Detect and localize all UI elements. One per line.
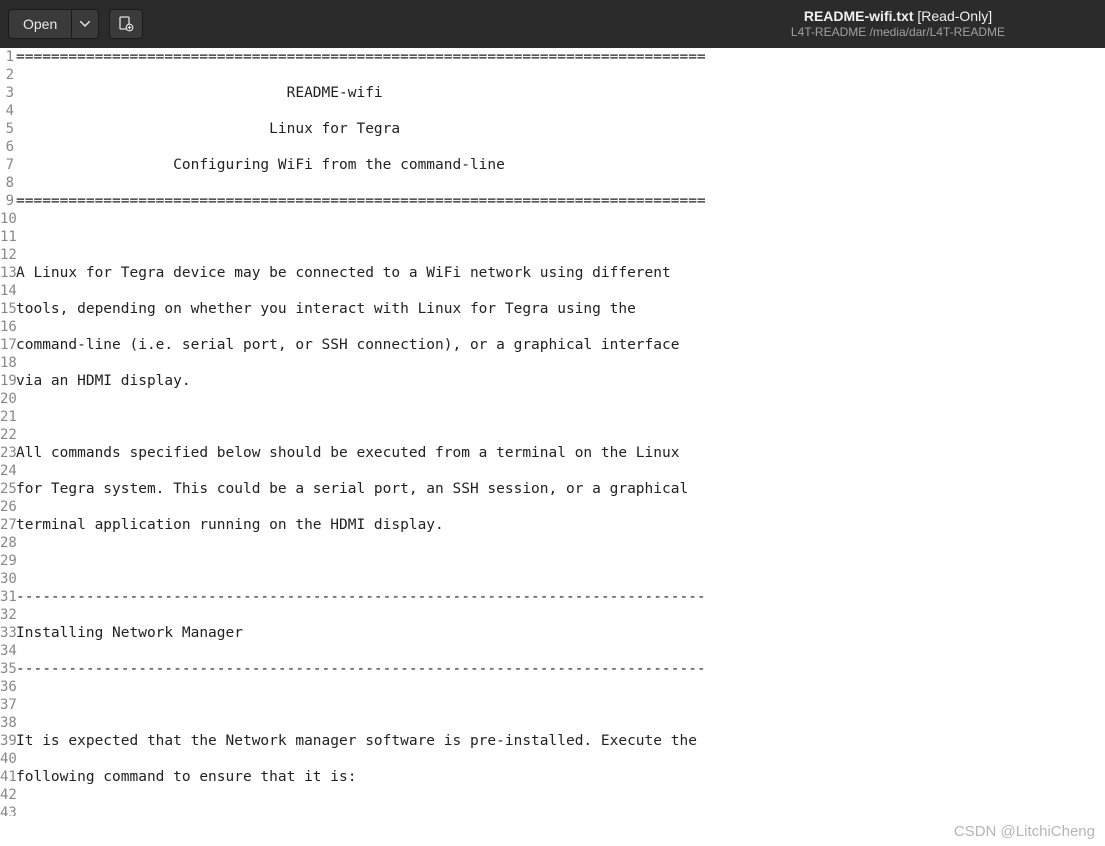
text-line[interactable]: All commands specified below should be e… [16, 444, 1105, 462]
line-number: 22 [0, 426, 14, 444]
line-number: 21 [0, 408, 14, 426]
line-number: 40 [0, 750, 14, 768]
open-dropdown-button[interactable] [72, 9, 99, 39]
line-number: 9 [0, 192, 14, 210]
line-number: 11 [0, 228, 14, 246]
line-number: 41 [0, 768, 14, 786]
line-number: 35 [0, 660, 14, 678]
line-number: 7 [0, 156, 14, 174]
line-number: 16 [0, 318, 14, 336]
line-number: 31 [0, 588, 14, 606]
line-number: 2 [0, 66, 14, 84]
line-number: 43 [0, 804, 14, 816]
line-number: 24 [0, 462, 14, 480]
new-tab-button[interactable] [109, 9, 143, 39]
text-line[interactable]: tools, depending on whether you interact… [16, 300, 1105, 318]
line-number: 15 [0, 300, 14, 318]
line-number: 26 [0, 498, 14, 516]
line-number: 17 [0, 336, 14, 354]
line-number: 20 [0, 390, 14, 408]
line-number: 23 [0, 444, 14, 462]
line-number: 38 [0, 714, 14, 732]
watermark: CSDN @LitchiCheng [954, 823, 1095, 840]
line-number: 13 [0, 264, 14, 282]
title-bar: Open README-wifi.txt [Read-Only] L4T-REA… [0, 0, 1105, 48]
text-line[interactable]: terminal application running on the HDMI… [16, 516, 1105, 534]
new-document-icon [118, 16, 134, 32]
readonly-badge: [Read-Only] [917, 8, 992, 24]
text-line[interactable]: ----------------------------------------… [16, 660, 1105, 678]
editor-area[interactable]: 1234567891011121314151617181920212223242… [0, 48, 1105, 816]
text-line[interactable]: following command to ensure that it is: [16, 768, 1105, 786]
line-number: 32 [0, 606, 14, 624]
line-number: 37 [0, 696, 14, 714]
text-line[interactable] [16, 552, 1105, 570]
line-number: 12 [0, 246, 14, 264]
line-number: 6 [0, 138, 14, 156]
text-line[interactable]: Linux for Tegra [16, 120, 1105, 138]
line-number: 39 [0, 732, 14, 750]
text-line[interactable] [16, 228, 1105, 246]
text-line[interactable]: A Linux for Tegra device may be connecte… [16, 264, 1105, 282]
text-line[interactable]: Installing Network Manager [16, 624, 1105, 642]
document-path: L4T-README /media/dar/L4T-README [791, 25, 1005, 39]
line-number-gutter: 1234567891011121314151617181920212223242… [0, 48, 16, 816]
text-line[interactable]: It is expected that the Network manager … [16, 732, 1105, 750]
line-number: 10 [0, 210, 14, 228]
document-title: README-wifi.txt [804, 8, 914, 24]
text-line[interactable]: for Tegra system. This could be a serial… [16, 480, 1105, 498]
line-number: 1 [0, 48, 14, 66]
text-line[interactable]: README-wifi [16, 84, 1105, 102]
line-number: 5 [0, 120, 14, 138]
line-number: 42 [0, 786, 14, 804]
line-number: 30 [0, 570, 14, 588]
text-line[interactable]: Configuring WiFi from the command-line [16, 156, 1105, 174]
line-number: 27 [0, 516, 14, 534]
header-title-block: README-wifi.txt [Read-Only] L4T-README /… [791, 8, 1005, 39]
text-line[interactable] [16, 696, 1105, 714]
text-content[interactable]: ========================================… [16, 48, 1105, 816]
line-number: 33 [0, 624, 14, 642]
line-number: 28 [0, 534, 14, 552]
line-number: 14 [0, 282, 14, 300]
text-line[interactable] [16, 408, 1105, 426]
open-button-label: Open [23, 16, 57, 32]
line-number: 29 [0, 552, 14, 570]
line-number: 8 [0, 174, 14, 192]
text-line[interactable]: ========================================… [16, 48, 1105, 66]
text-line[interactable] [16, 804, 1105, 816]
text-line[interactable]: ========================================… [16, 192, 1105, 210]
line-number: 4 [0, 102, 14, 120]
text-line[interactable]: ----------------------------------------… [16, 588, 1105, 606]
line-number: 18 [0, 354, 14, 372]
open-button[interactable]: Open [8, 9, 72, 39]
text-line[interactable]: command-line (i.e. serial port, or SSH c… [16, 336, 1105, 354]
line-number: 34 [0, 642, 14, 660]
line-number: 19 [0, 372, 14, 390]
text-line[interactable]: via an HDMI display. [16, 372, 1105, 390]
chevron-down-icon [80, 21, 90, 27]
line-number: 3 [0, 84, 14, 102]
line-number: 36 [0, 678, 14, 696]
line-number: 25 [0, 480, 14, 498]
